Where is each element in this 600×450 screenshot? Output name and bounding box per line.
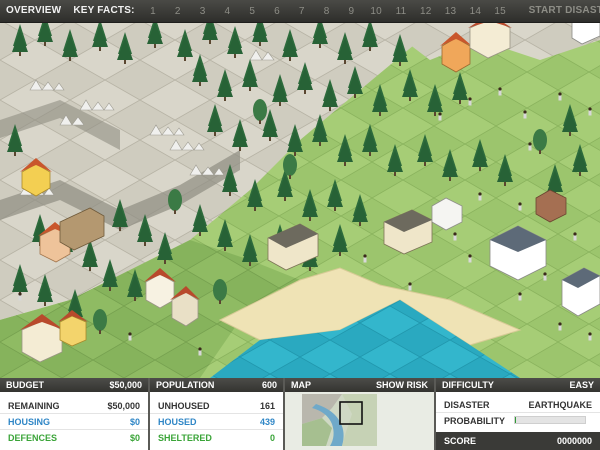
population-title: POPULATION <box>156 380 215 390</box>
probability-label: PROBABILITY <box>444 416 506 426</box>
housed-value: 439 <box>259 417 275 427</box>
population-panel: POPULATION 600 UNHOUSED 161 HOUSED 439 S… <box>150 378 283 450</box>
budget-header: BUDGET $50,000 <box>0 378 148 392</box>
remaining-label: REMAINING <box>8 401 60 411</box>
key-fact-2[interactable]: 2 <box>165 6 190 17</box>
difficulty-title: DIFFICULTY <box>442 380 494 390</box>
remaining-row: REMAINING $50,000 <box>0 398 148 414</box>
unhoused-value: 161 <box>259 401 275 411</box>
score-value: 0000000 <box>556 436 592 446</box>
difficulty-header: DIFFICULTY EASY <box>436 378 600 392</box>
key-fact-12[interactable]: 12 <box>413 6 438 17</box>
sheltered-row: SHELTERED 0 <box>150 430 283 445</box>
score-row: SCORE 0000000 <box>436 432 600 450</box>
key-fact-11[interactable]: 11 <box>389 6 414 17</box>
key-facts-label: KEY FACTS: <box>73 5 135 16</box>
defences-row[interactable]: DEFENCES $0 <box>0 430 148 445</box>
overview-button[interactable]: OVERVIEW <box>0 0 67 22</box>
key-fact-14[interactable]: 14 <box>463 6 488 17</box>
key-fact-5[interactable]: 5 <box>240 6 265 17</box>
defences-label: DEFENCES <box>8 433 58 443</box>
info-panel: BUDGET $50,000 REMAINING $50,000 HOUSING… <box>0 378 600 450</box>
top-toolbar: OVERVIEW KEY FACTS: 1 2 3 4 5 6 7 8 9 10… <box>0 0 600 23</box>
sheltered-value: 0 <box>269 433 275 443</box>
key-fact-1[interactable]: 1 <box>141 6 166 17</box>
key-fact-6[interactable]: 6 <box>265 6 290 17</box>
unhoused-row: UNHOUSED 161 <box>150 398 283 414</box>
key-facts-list: 1 2 3 4 5 6 7 8 9 10 11 12 13 14 15 <box>141 6 513 17</box>
budget-title: BUDGET <box>6 380 44 390</box>
budget-panel: BUDGET $50,000 REMAINING $50,000 HOUSING… <box>0 378 148 450</box>
minimap[interactable] <box>302 394 377 446</box>
housed-row: HOUSED 439 <box>150 414 283 430</box>
key-fact-9[interactable]: 9 <box>339 6 364 17</box>
game-world-view[interactable] <box>0 22 600 378</box>
housed-label: HOUSED <box>158 417 197 427</box>
housing-value: $0 <box>129 417 140 427</box>
remaining-value: $50,000 <box>107 401 140 411</box>
disaster-row: DISASTER EARTHQUAKE <box>436 397 600 413</box>
population-header: POPULATION 600 <box>150 378 283 392</box>
housing-row[interactable]: HOUSING $0 <box>0 414 148 430</box>
map-title: MAP <box>291 380 311 390</box>
difficulty-panel: DIFFICULTY EASY DISASTER EARTHQUAKE PROB… <box>436 378 600 450</box>
probability-fill <box>515 417 517 423</box>
start-disaster-button[interactable]: START DISASTER <box>523 0 600 22</box>
show-risk-button[interactable]: SHOW RISK <box>376 378 428 392</box>
difficulty-level: EASY <box>569 380 594 390</box>
key-fact-4[interactable]: 4 <box>215 6 240 17</box>
probability-bar <box>514 416 586 424</box>
key-fact-10[interactable]: 10 <box>364 6 389 17</box>
key-fact-3[interactable]: 3 <box>190 6 215 17</box>
map-header: MAP SHOW RISK <box>285 378 434 392</box>
score-label: SCORE <box>444 436 477 446</box>
sheltered-label: SHELTERED <box>158 433 212 443</box>
key-fact-7[interactable]: 7 <box>289 6 314 17</box>
map-panel: MAP SHOW RISK <box>285 378 434 450</box>
defences-value: $0 <box>129 433 140 443</box>
key-fact-8[interactable]: 8 <box>314 6 339 17</box>
disaster-value: EARTHQUAKE <box>528 400 592 410</box>
population-total: 600 <box>261 380 277 390</box>
disaster-label: DISASTER <box>444 400 490 410</box>
key-fact-13[interactable]: 13 <box>438 6 463 17</box>
housing-label: HOUSING <box>8 417 51 427</box>
budget-total: $50,000 <box>109 380 142 390</box>
unhoused-label: UNHOUSED <box>158 401 210 411</box>
key-fact-15[interactable]: 15 <box>488 6 513 17</box>
